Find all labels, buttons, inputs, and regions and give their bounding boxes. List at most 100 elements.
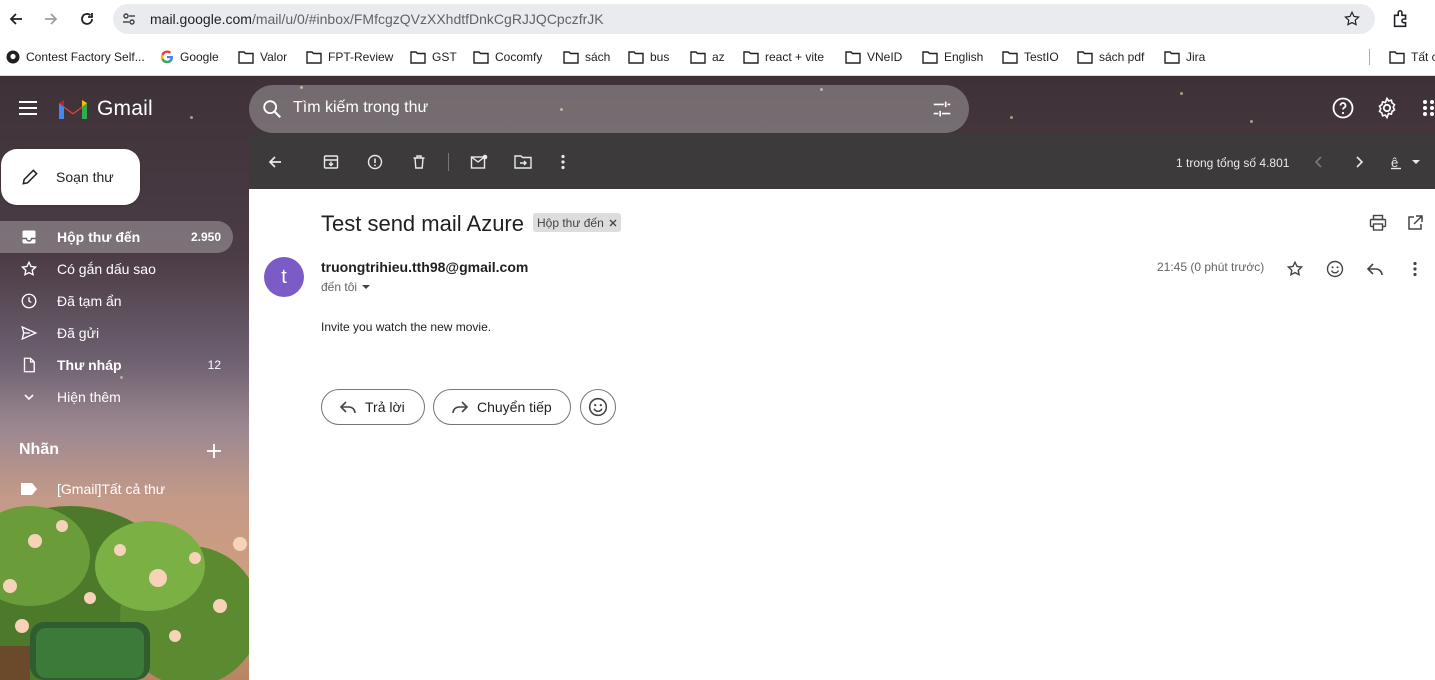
star-message-icon[interactable] — [1284, 258, 1306, 280]
report-spam-icon[interactable] — [366, 153, 384, 171]
bookmark-contest-factory[interactable]: Contest Factory Self... — [6, 48, 145, 66]
older-chevron-right-icon[interactable] — [1350, 153, 1368, 171]
remove-label-icon[interactable] — [609, 219, 617, 227]
url-host: mail.google.com — [150, 11, 252, 27]
bookmark-google[interactable]: Google — [160, 48, 219, 66]
reload-icon[interactable] — [76, 8, 98, 30]
newer-chevron-left-icon[interactable] — [1310, 153, 1328, 171]
svg-text:ê: ê — [1391, 155, 1398, 170]
archive-icon[interactable] — [322, 153, 340, 171]
folder-icon — [410, 51, 426, 64]
site-settings-icon[interactable] — [121, 11, 137, 32]
bookmark-folder-react-vite[interactable]: react + vite — [743, 48, 824, 66]
bookmark-label: Contest Factory Self... — [26, 50, 145, 64]
back-to-inbox-icon[interactable] — [266, 153, 284, 171]
sidebar-item-starred[interactable]: Có gắn dấu sao — [0, 253, 233, 285]
bookmark-folder-testio[interactable]: TestIO — [1002, 48, 1059, 66]
bookmark-folder-cocomfy[interactable]: Cocomfy — [473, 48, 542, 66]
draft-icon — [20, 356, 38, 374]
bookmark-folder-az[interactable]: az — [690, 48, 725, 66]
bookmarks-bar: Contest Factory Self... Google Valor FPT… — [0, 38, 1435, 76]
search-icon[interactable] — [261, 98, 283, 125]
folder-icon — [743, 51, 759, 64]
search-bar[interactable]: Tìm kiếm trong thư — [249, 85, 969, 133]
gmail-app: Gmail Tìm kiếm trong thư Soạn thư Hộp th… — [0, 76, 1435, 680]
bookmark-folder-all[interactable]: Tất c — [1389, 48, 1435, 66]
compose-label: Soạn thư — [56, 169, 114, 185]
print-icon[interactable] — [1369, 214, 1387, 237]
gmail-logo[interactable]: Gmail — [57, 97, 153, 121]
bookmark-folder-valor[interactable]: Valor — [238, 48, 287, 66]
folder-icon — [1389, 51, 1405, 64]
reply-button[interactable]: Trả lời — [321, 389, 425, 425]
message-time: 21:45 (0 phút trước) — [1157, 260, 1265, 274]
star-icon — [20, 260, 38, 278]
move-to-folder-icon[interactable] — [514, 153, 532, 171]
folder-icon — [473, 51, 489, 64]
sidebar-item-inbox[interactable]: Hộp thư đến 2.950 — [0, 221, 233, 253]
smiley-icon — [588, 397, 608, 417]
recipient-line[interactable]: đến tôi — [321, 280, 371, 294]
bookmark-label: sách — [585, 50, 611, 64]
bookmark-label: sách pdf — [1099, 50, 1145, 64]
extensions-icon[interactable] — [1390, 8, 1412, 35]
sidebar-item-drafts[interactable]: Thư nháp 12 — [0, 349, 233, 381]
draft-count: 12 — [207, 358, 221, 372]
show-details-caret-icon[interactable] — [361, 282, 371, 292]
folder-icon — [238, 51, 254, 64]
search-options-icon[interactable] — [931, 98, 953, 125]
bookmarks-divider — [1369, 49, 1370, 65]
sender-avatar[interactable]: t — [264, 257, 304, 297]
sidebar-item-label: Thư nháp — [57, 357, 122, 373]
bookmark-label: Cocomfy — [495, 50, 543, 64]
unread-count: 2.950 — [190, 230, 221, 244]
add-reaction-emoji-icon[interactable] — [1324, 258, 1346, 280]
bookmark-folder-english[interactable]: English — [922, 48, 983, 66]
bookmark-label: TestIO — [1024, 50, 1059, 64]
delete-icon[interactable] — [410, 153, 428, 171]
sender-email[interactable]: truongtrihieu.tth98@gmail.com — [321, 259, 528, 275]
url-bar[interactable]: mail.google.com/mail/u/0/#inbox/FMfcgzQV… — [113, 4, 1375, 34]
bookmark-star-icon[interactable] — [1343, 10, 1361, 33]
bookmark-folder-fpt-review[interactable]: FPT-Review — [306, 48, 393, 66]
settings-gear-icon[interactable] — [1375, 96, 1399, 125]
bookmark-label: bus — [650, 50, 670, 64]
message-more-icon[interactable] — [1404, 258, 1426, 280]
sidebar-item-label: Đã gửi — [57, 325, 100, 341]
mark-unread-icon[interactable] — [470, 153, 488, 171]
forward-icon[interactable] — [40, 8, 62, 30]
bookmark-folder-sach-pdf[interactable]: sách pdf — [1077, 48, 1144, 66]
main-menu-icon[interactable] — [16, 96, 40, 125]
reply-icon[interactable] — [1364, 258, 1386, 280]
bookmark-folder-gst[interactable]: GST — [410, 48, 457, 66]
pencil-icon — [22, 169, 38, 185]
reply-arrow-icon — [339, 401, 356, 414]
input-tools-icon[interactable]: ê — [1387, 153, 1423, 171]
bookmark-folder-jira[interactable]: Jira — [1164, 48, 1205, 66]
add-label-icon[interactable] — [206, 443, 222, 464]
bookmark-label: Jira — [1186, 50, 1206, 64]
folder-icon — [845, 51, 861, 64]
folder-icon — [563, 51, 579, 64]
more-options-icon[interactable] — [554, 153, 572, 171]
open-in-new-window-icon[interactable] — [1406, 214, 1424, 237]
help-icon[interactable] — [1331, 96, 1355, 125]
bookmark-folder-bus[interactable]: bus — [628, 48, 669, 66]
emoji-reaction-button[interactable] — [580, 389, 616, 425]
back-icon[interactable] — [5, 8, 27, 30]
search-placeholder: Tìm kiếm trong thư — [293, 99, 429, 116]
compose-button[interactable]: Soạn thư — [1, 149, 140, 205]
bookmark-folder-vneid[interactable]: VNeID — [845, 48, 902, 66]
bookmark-folder-sach[interactable]: sách — [563, 48, 610, 66]
url-text: mail.google.com/mail/u/0/#inbox/FMfcgzQV… — [150, 11, 604, 27]
forward-button[interactable]: Chuyển tiếp — [433, 389, 571, 425]
folder-icon — [1077, 51, 1093, 64]
sidebar-item-more[interactable]: Hiện thêm — [0, 381, 233, 413]
theme-sparkle — [190, 116, 193, 119]
sidebar-item-sent[interactable]: Đã gửi — [0, 317, 233, 349]
sidebar-item-snoozed[interactable]: Đã tạm ẩn — [0, 285, 233, 317]
chip-label: Hộp thư đến — [537, 215, 604, 230]
inbox-icon — [20, 228, 38, 246]
sidebar-item-label: Hộp thư đến — [57, 229, 141, 245]
apps-grid-icon[interactable] — [1421, 96, 1435, 125]
